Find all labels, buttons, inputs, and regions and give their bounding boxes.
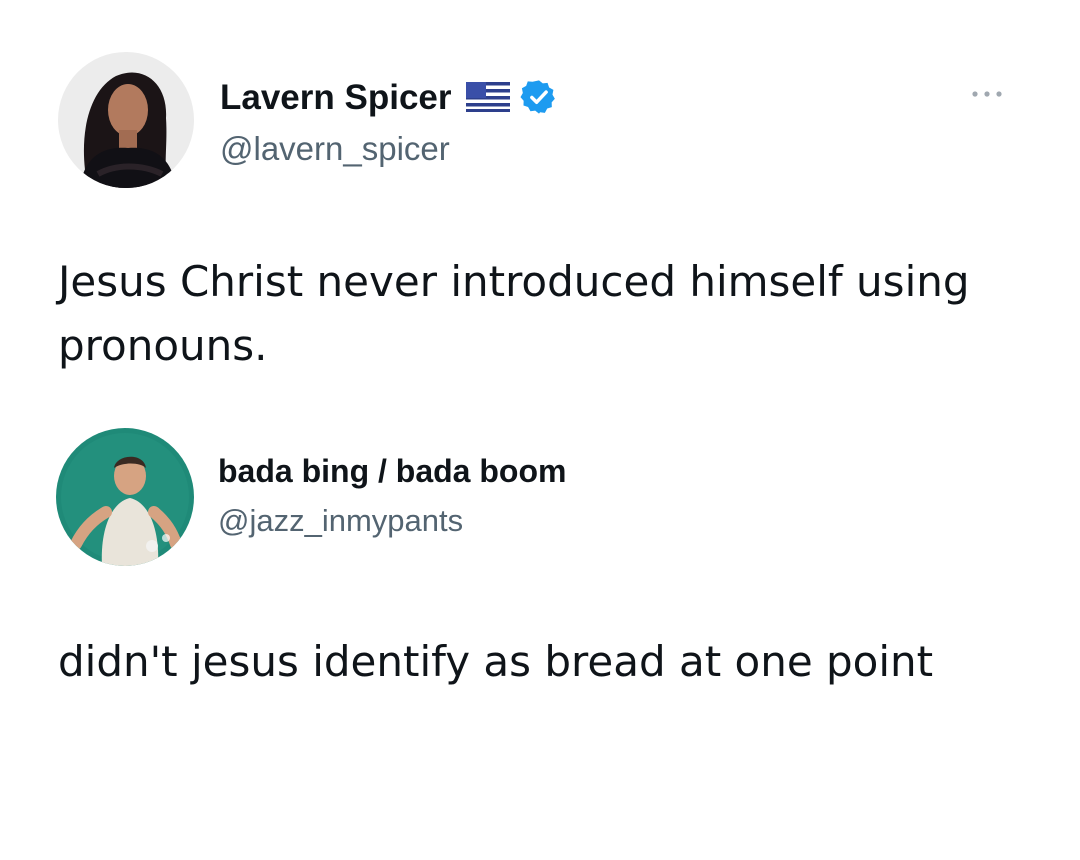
more-options-icon[interactable] (962, 84, 1012, 104)
reply-handle[interactable]: @jazz_inmypants (218, 505, 463, 536)
reply-display-name[interactable]: bada bing / bada boom (218, 455, 566, 487)
tweet-text: Jesus Christ never introduced himself us… (58, 257, 970, 370)
author-display-name[interactable]: Lavern Spicer (220, 80, 452, 115)
avatar-image (58, 52, 194, 188)
avatar-image (56, 428, 194, 566)
reply-author-row: bada bing / bada boom (218, 455, 566, 487)
author-handle[interactable]: @lavern_spicer (220, 132, 450, 165)
tweet-author-row: Lavern Spicer (220, 78, 558, 116)
avatar-jazz-inmypants[interactable] (56, 428, 194, 566)
reply-text: didn't jesus identify as bread at one po… (58, 637, 934, 686)
us-flag-icon (465, 82, 510, 112)
avatar-lavern-spicer[interactable] (58, 52, 194, 188)
verified-badge-icon (519, 80, 555, 114)
